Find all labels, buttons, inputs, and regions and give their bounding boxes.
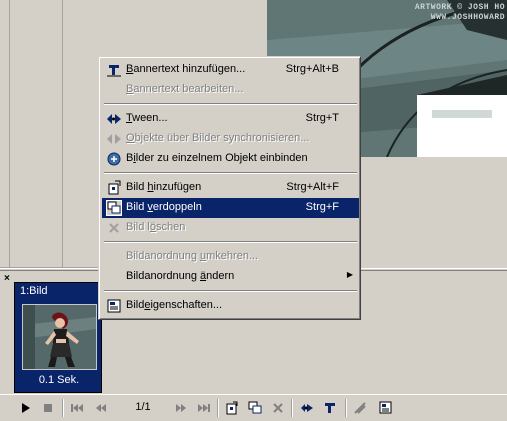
menu-separator (104, 172, 357, 174)
artwork-credit-url: WWW.JOSHHOWARD (430, 13, 505, 22)
menu-item-frame-properties[interactable]: Bildeigenschaften... (102, 296, 359, 316)
first-frame-icon[interactable] (69, 400, 85, 416)
menu-item-sync-objects[interactable]: Objekte über Bilder synchronisieren... (102, 129, 359, 149)
toolbar-separator (217, 399, 219, 417)
tween-icon (106, 111, 122, 127)
duplicate-frame-icon (106, 200, 122, 216)
play-icon[interactable] (17, 400, 33, 416)
menu-item-change-order[interactable]: Bildanordnung ändern ▶ (102, 267, 359, 287)
menu-separator (104, 241, 357, 243)
menu-separator (104, 103, 357, 105)
frame-properties-icon (106, 298, 122, 314)
pane-divider (62, 0, 63, 268)
add-frame-icon (106, 180, 122, 196)
sync-objects-icon (106, 131, 122, 147)
previous-frame-icon[interactable] (93, 400, 109, 416)
menu-item-reverse-order[interactable]: Bildanordnung umkehren... (102, 247, 359, 267)
frame-duration: 0.1 Sek. (38, 374, 80, 386)
submenu-arrow-icon: ▶ (346, 270, 353, 279)
frame-title: 1:Bild (20, 285, 48, 297)
banner-text-icon[interactable] (322, 400, 338, 416)
tween-icon[interactable] (299, 400, 315, 416)
menu-item-embed-frames[interactable]: Bilder zu einzelnem Objekt einbinden (102, 149, 359, 169)
frame-properties-icon[interactable] (378, 400, 394, 416)
menu-item-tween[interactable]: Tween... Strg+T (102, 109, 359, 129)
menu-separator (104, 290, 357, 292)
menu-item-banner-text-add[interactable]: Bannertext hinzufügen... Strg+Alt+B (102, 60, 359, 80)
menu-item-add-frame[interactable]: Bild hinzufügen Strg+Alt+F (102, 178, 359, 198)
banner-text-icon (106, 62, 122, 78)
menu-item-delete-frame[interactable]: Bild löschen (102, 218, 359, 238)
pane-divider (9, 0, 10, 268)
embed-frames-icon (106, 151, 122, 167)
menu-shortcut: Strg+Alt+B (285, 63, 339, 75)
menu-item-banner-text-edit[interactable]: Bannertext bearbeiten... (102, 80, 359, 100)
stop-icon[interactable] (40, 400, 56, 416)
add-frame-icon[interactable] (224, 400, 240, 416)
duplicate-frame-icon[interactable] (247, 400, 263, 416)
artwork-credit: ARTWORK © JOSH HO (414, 3, 505, 12)
frame-thumbnail-card[interactable]: 1:Bild 0.1 Sek. (14, 282, 102, 393)
delete-frame-icon (106, 220, 122, 236)
close-panel-button[interactable]: × (4, 274, 10, 284)
delete-frame-icon[interactable] (270, 400, 286, 416)
frame-thumbnail-image (22, 304, 97, 370)
toolbar-separator (62, 399, 64, 417)
frame-counter: 1/1 (135, 401, 151, 413)
menu-shortcut: Strg+Alt+F (286, 181, 339, 193)
context-menu: Bannertext hinzufügen... Strg+Alt+B Bann… (98, 56, 361, 320)
menu-item-duplicate-frame[interactable]: Bild verdoppeln Strg+F (102, 198, 359, 218)
toolbar-separator (291, 399, 293, 417)
sync-objects-icon[interactable] (352, 400, 368, 416)
menu-shortcut: Strg+T (305, 112, 339, 124)
menu-shortcut: Strg+F (305, 201, 339, 213)
next-frame-icon[interactable] (173, 400, 189, 416)
frame-toolbar: 1/1 (0, 394, 507, 421)
last-frame-icon[interactable] (196, 400, 212, 416)
toolbar-separator (345, 399, 347, 417)
